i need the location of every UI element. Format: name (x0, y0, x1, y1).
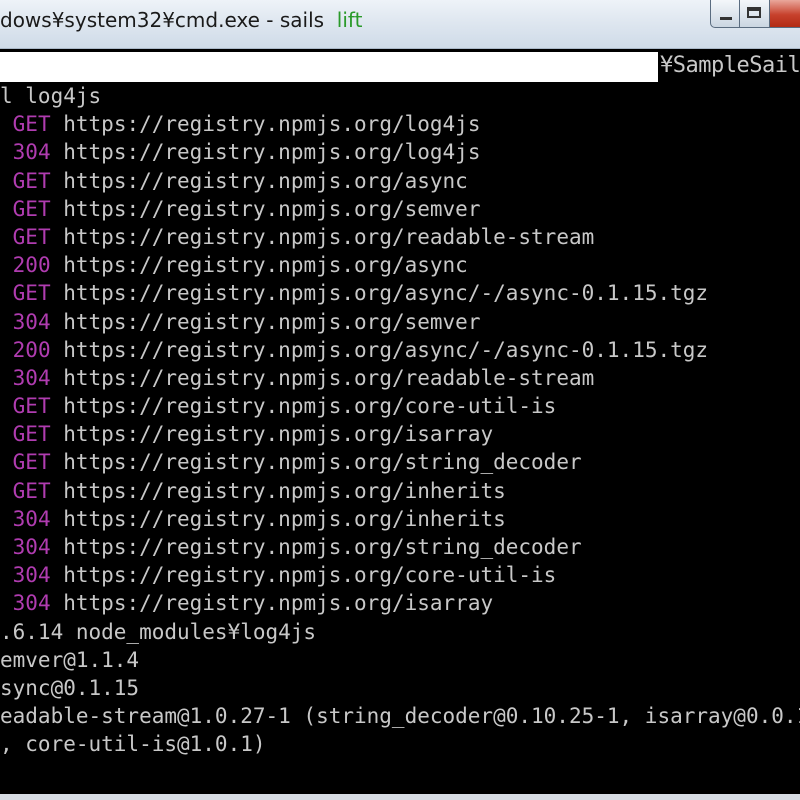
maximize-icon (747, 7, 761, 18)
request-url: https://registry.npmjs.org/semver (63, 309, 481, 334)
maximize-button[interactable] (740, 0, 770, 28)
request-url: https://registry.npmjs.org/async/-/async… (63, 337, 709, 362)
http-status: 304 (12, 591, 51, 616)
tree-line: emver@1.1.4 (0, 647, 140, 672)
http-status: 304 (12, 563, 51, 588)
request-log: GET https://registry.npmjs.org/log4js 30… (0, 110, 800, 617)
tree-line: .6.14 node_modules¥log4js (0, 619, 317, 644)
http-status: 304 (12, 535, 51, 559)
http-status: GET (12, 112, 51, 137)
tree-line: , core-util-is@1.0.1) (0, 732, 266, 757)
minimize-button[interactable] (710, 0, 740, 28)
request-url: https://registry.npmjs.org/async (63, 253, 468, 278)
request-url: https://registry.npmjs.org/semver (63, 196, 481, 221)
http-status: GET (12, 281, 51, 306)
request-line: 304 https://registry.npmjs.org/isarray (0, 589, 800, 617)
http-status: GET (12, 478, 51, 503)
request-line: GET https://registry.npmjs.org/async (0, 167, 800, 195)
current-directory: ¥SampleSails (660, 53, 800, 78)
close-button[interactable] (770, 0, 800, 28)
request-line: GET https://registry.npmjs.org/inherits (0, 477, 800, 505)
window-title-path: dows¥system32¥cmd.exe - sails (0, 8, 325, 32)
request-line: GET https://registry.npmjs.org/semver (0, 195, 800, 223)
address-bar: ¥SampleSails (0, 52, 800, 82)
tree-line: eadable-stream@1.0.27-1 (string_decoder@… (0, 704, 800, 729)
request-url: https://registry.npmjs.org/log4js (63, 140, 481, 165)
request-line: 304 https://registry.npmjs.org/readable-… (0, 364, 800, 392)
http-status: GET (12, 450, 51, 475)
request-url: https://registry.npmjs.org/isarray (63, 591, 494, 616)
request-line: 304 https://registry.npmjs.org/inherits (0, 505, 800, 533)
console-header-line: l log4js (0, 84, 102, 108)
install-tree: .6.14 node_modules¥log4js emver@1.1.4 sync… (0, 618, 800, 759)
http-status: GET (12, 422, 51, 447)
request-url: https://registry.npmjs.org/log4js (63, 112, 481, 137)
window-title-command: lift (336, 8, 363, 32)
http-status: GET (12, 168, 51, 193)
http-status: GET (12, 224, 51, 249)
http-status: 200 (12, 253, 51, 278)
request-line: 304 https://registry.npmjs.org/semver (0, 308, 800, 336)
request-line: GET https://registry.npmjs.org/core-util… (0, 392, 800, 420)
request-line: GET https://registry.npmjs.org/readable-… (0, 223, 800, 251)
http-status: 304 (12, 506, 51, 531)
http-status: GET (12, 196, 51, 221)
request-url: https://registry.npmjs.org/inherits (63, 478, 506, 503)
window-title: dows¥system32¥cmd.exe - sails lift (0, 8, 362, 32)
request-url: https://registry.npmjs.org/isarray (63, 422, 494, 447)
request-url: https://registry.npmjs.org/string_decode… (63, 535, 582, 559)
request-line: 304 https://registry.npmjs.org/core-util… (0, 561, 800, 589)
request-line: GET https://registry.npmjs.org/isarray (0, 420, 800, 448)
request-line: 200 https://registry.npmjs.org/async (0, 251, 800, 279)
request-url: https://registry.npmjs.org/readable-stre… (63, 224, 595, 249)
request-line: 200 https://registry.npmjs.org/async/-/a… (0, 336, 800, 364)
http-status: 304 (12, 309, 51, 334)
cmd-window: dows¥system32¥cmd.exe - sails lift ¥Samp… (0, 0, 800, 800)
request-url: https://registry.npmjs.org/async (63, 168, 468, 193)
request-line: GET https://registry.npmjs.org/log4js (0, 110, 800, 138)
request-line: GET https://registry.npmjs.org/string_de… (0, 448, 800, 476)
request-url: https://registry.npmjs.org/async/-/async… (63, 281, 709, 306)
minimize-icon (720, 17, 732, 20)
http-status: 304 (12, 140, 51, 165)
request-url: https://registry.npmjs.org/core-util-is (63, 563, 557, 588)
request-line: GET https://registry.npmjs.org/async/-/a… (0, 279, 800, 307)
http-status: GET (12, 394, 51, 419)
request-line: 304 https://registry.npmjs.org/string_de… (0, 533, 800, 561)
highlighted-selection[interactable] (0, 52, 658, 82)
window-controls (710, 0, 800, 30)
console-output[interactable]: l log4js GET https://registry.npmjs.org/… (0, 82, 800, 759)
window-bottom-border (0, 794, 800, 800)
request-url: https://registry.npmjs.org/string_decode… (63, 450, 582, 475)
request-url: https://registry.npmjs.org/readable-stre… (63, 365, 595, 390)
http-status: 200 (12, 337, 51, 362)
request-url: https://registry.npmjs.org/inherits (63, 506, 506, 531)
request-line: 304 https://registry.npmjs.org/log4js (0, 138, 800, 166)
http-status: 304 (12, 365, 51, 390)
tree-line: sync@0.1.15 (0, 675, 140, 700)
request-url: https://registry.npmjs.org/core-util-is (63, 394, 557, 419)
title-bar[interactable]: dows¥system32¥cmd.exe - sails lift (0, 0, 800, 49)
